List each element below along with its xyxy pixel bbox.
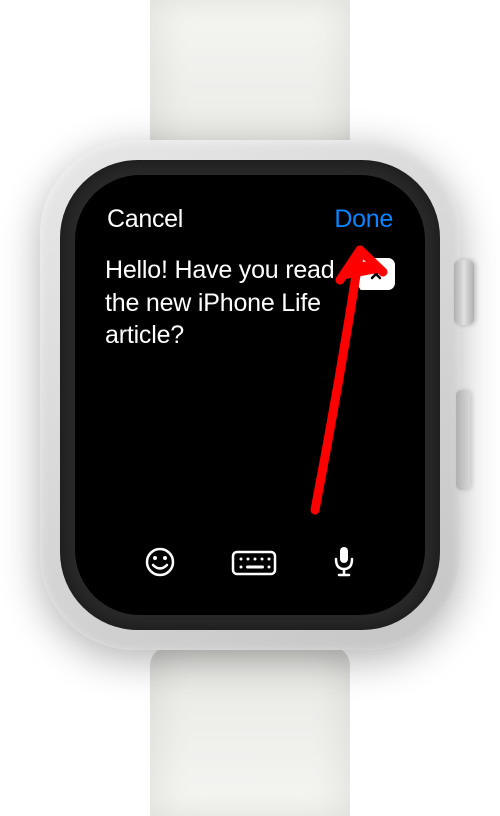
message-text-input[interactable]: Hello! Have you read the new iPhone Life… (105, 254, 339, 352)
emoji-icon (144, 546, 176, 578)
watch-side-button[interactable] (456, 390, 470, 490)
header-row: Cancel Done (97, 203, 403, 254)
emoji-button[interactable] (144, 546, 176, 578)
delete-icon (368, 266, 384, 282)
watch-screen: Cancel Done Hello! Have you read the new… (75, 175, 425, 615)
message-row: Hello! Have you read the new iPhone Life… (97, 254, 403, 535)
keyboard-button[interactable] (230, 546, 278, 578)
mic-button[interactable] (332, 545, 356, 579)
watch-case: Cancel Done Hello! Have you read the new… (40, 140, 460, 650)
watch-band-bottom (150, 646, 350, 816)
mic-icon (332, 545, 356, 579)
input-methods-row (97, 535, 403, 587)
cancel-button[interactable]: Cancel (107, 205, 183, 234)
watch-crown[interactable] (454, 260, 474, 325)
delete-button[interactable] (351, 258, 395, 290)
watch-screen-border: Cancel Done Hello! Have you read the new… (60, 160, 440, 630)
done-button[interactable]: Done (334, 205, 393, 234)
keyboard-icon (230, 546, 278, 578)
